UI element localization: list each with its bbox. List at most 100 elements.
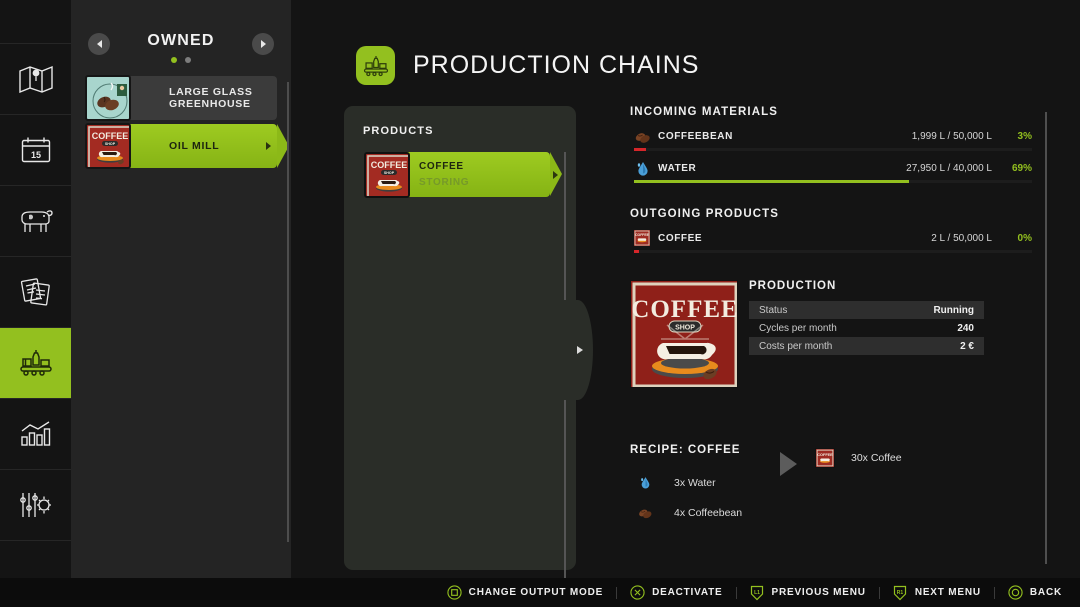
material-progress-track: [634, 180, 1032, 183]
coffee-bean-icon: [636, 504, 654, 522]
material-name: WATER: [658, 163, 696, 174]
recipe-input-row: 4x Coffeebean: [630, 502, 1032, 523]
product-item-name: COFFEE: [419, 161, 464, 172]
hint-label: CHANGE OUTPUT MODE: [469, 587, 603, 598]
owned-scrollbar[interactable]: [287, 82, 289, 542]
sliders-gear-icon: [20, 491, 52, 519]
owned-next-button[interactable]: [252, 33, 274, 55]
map-icon: [19, 65, 53, 93]
svg-text:SHOP: SHOP: [675, 325, 695, 332]
bar-chart-icon: [20, 421, 52, 447]
hint-previous-menu[interactable]: L1 PREVIOUS MENU: [750, 585, 866, 600]
product-name: COFFEE: [658, 233, 702, 244]
material-progress-fill: [634, 148, 646, 151]
water-drop-icon: [636, 474, 654, 492]
cross-button-icon: [630, 585, 645, 600]
production-block: COFFEE SHOP: [630, 280, 1032, 392]
product-item-bar: [407, 152, 550, 197]
hint-change-output-mode[interactable]: CHANGE OUTPUT MODE: [447, 585, 603, 600]
page-dot-2[interactable]: [185, 57, 191, 63]
owned-item-bar-selected: OIL MILL: [129, 124, 277, 168]
material-value: 1,999 L / 50,000 L: [912, 131, 992, 142]
svg-text:COFFEE: COFFEE: [631, 296, 738, 323]
svg-text:COFFEE: COFFEE: [635, 233, 649, 237]
coffee-product-icon: COFFEE: [815, 448, 835, 468]
chevron-right-icon: [266, 142, 271, 150]
coffee-product-thumb: COFFEE SHOP: [364, 152, 410, 198]
recipe-block: RECIPE: COFFEE 3x Water: [630, 444, 1032, 523]
arrow-right-icon: [780, 452, 797, 476]
svg-text:COFFEE: COFFEE: [92, 131, 129, 141]
hint-label: PREVIOUS MENU: [772, 587, 866, 598]
products-panel: PRODUCTS COFFEE SHOP: [344, 106, 576, 570]
details-scrollbar[interactable]: [1045, 112, 1047, 564]
sidebar-item-contracts[interactable]: [0, 257, 71, 328]
stat-key: Cycles per month: [749, 323, 837, 334]
recipe-input-label: 3x Water: [674, 477, 716, 489]
sidebar-item-animals[interactable]: [0, 186, 71, 257]
svg-text:SHOP: SHOP: [384, 171, 395, 175]
stat-row-cycles: Cycles per month 240: [749, 319, 984, 337]
cow-icon: [19, 208, 53, 234]
sidebar-item-calendar[interactable]: 15: [0, 115, 71, 186]
coffee-bean-sign-thumb: [85, 75, 131, 121]
production-icon: [19, 348, 53, 378]
stat-row-status: Status Running: [749, 301, 984, 319]
sidebar-top-spacer: [0, 0, 71, 44]
incoming-material-row: WATER 27,950 L / 40,000 L 69%: [630, 160, 1032, 186]
hint-deactivate[interactable]: DEACTIVATE: [630, 585, 722, 600]
owned-list-item[interactable]: LARGE GLASS GREENHOUSE: [93, 76, 277, 120]
hint-label: DEACTIVATE: [652, 587, 722, 598]
page-title: PRODUCTION CHAINS: [413, 51, 699, 80]
documents-icon: [20, 278, 52, 306]
sidebar-item-map[interactable]: [0, 44, 71, 115]
circle-button-icon: [1008, 585, 1023, 600]
production-stats: PRODUCTION Status Running Cycles per mon…: [749, 280, 984, 355]
sidebar-item-settings[interactable]: [0, 470, 71, 541]
svg-text:15: 15: [30, 150, 40, 160]
incoming-heading: INCOMING MATERIALS: [630, 106, 1032, 118]
outgoing-product-row: COFFEE COFFEE 2 L / 50,000 L 0%: [630, 230, 1032, 256]
svg-text:COFFEE: COFFEE: [371, 160, 408, 170]
chevron-right-icon: [553, 171, 558, 179]
coffee-bean-icon: [634, 128, 652, 146]
page-header: PRODUCTION CHAINS: [356, 46, 699, 85]
l1-button-icon: L1: [750, 585, 765, 600]
coffee-shop-sign-thumb: COFFEE SHOP: [85, 123, 131, 169]
square-button-icon: [447, 585, 462, 600]
chevron-right-icon: [261, 40, 266, 48]
bottom-action-bar: CHANGE OUTPUT MODE DEACTIVATE L1 PREVIOU…: [0, 578, 1080, 607]
material-progress-fill: [634, 180, 909, 183]
page-dot-1[interactable]: [171, 57, 177, 63]
stat-value: 240: [957, 323, 974, 334]
owned-list-item[interactable]: COFFEE SHOP OIL MILL: [93, 124, 277, 168]
coffee-shop-poster: COFFEE SHOP: [630, 280, 738, 388]
hint-back[interactable]: BACK: [1008, 585, 1062, 600]
sidebar-item-statistics[interactable]: [0, 399, 71, 470]
recipe-input-label: 4x Coffeebean: [674, 507, 742, 519]
hint-separator: [994, 587, 995, 599]
svg-text:L1: L1: [754, 590, 760, 596]
panel-collapse-tab[interactable]: [563, 300, 593, 400]
product-list-item[interactable]: COFFEE SHOP COFFEE STORING: [364, 152, 554, 197]
coffee-product-icon: COFFEE: [634, 230, 652, 248]
sidebar-rail: 15: [0, 0, 71, 578]
stat-key: Costs per month: [749, 341, 832, 352]
product-value: 2 L / 50,000 L: [931, 233, 992, 244]
production-heading: PRODUCTION: [749, 280, 984, 292]
owned-item-label: OIL MILL: [169, 140, 219, 152]
recipe-input-row: 3x Water: [630, 472, 1032, 493]
material-percent: 69%: [1000, 163, 1032, 174]
outgoing-heading: OUTGOING PRODUCTS: [630, 208, 1032, 220]
main-content: PRODUCTION CHAINS PRODUCTS COFFEE SHOP: [291, 0, 1080, 578]
material-name: COFFEEBEAN: [658, 131, 733, 142]
production-chains-screen: 15: [0, 0, 1080, 607]
hint-label: BACK: [1030, 587, 1062, 598]
chevron-right-icon: [577, 346, 583, 354]
sidebar-item-production[interactable]: [0, 328, 71, 399]
svg-text:COFFEE: COFFEE: [817, 453, 833, 457]
hint-next-menu[interactable]: R1 NEXT MENU: [893, 585, 981, 600]
production-chains-icon: [356, 46, 395, 85]
svg-text:R1: R1: [897, 590, 904, 596]
products-heading: PRODUCTS: [363, 125, 434, 137]
